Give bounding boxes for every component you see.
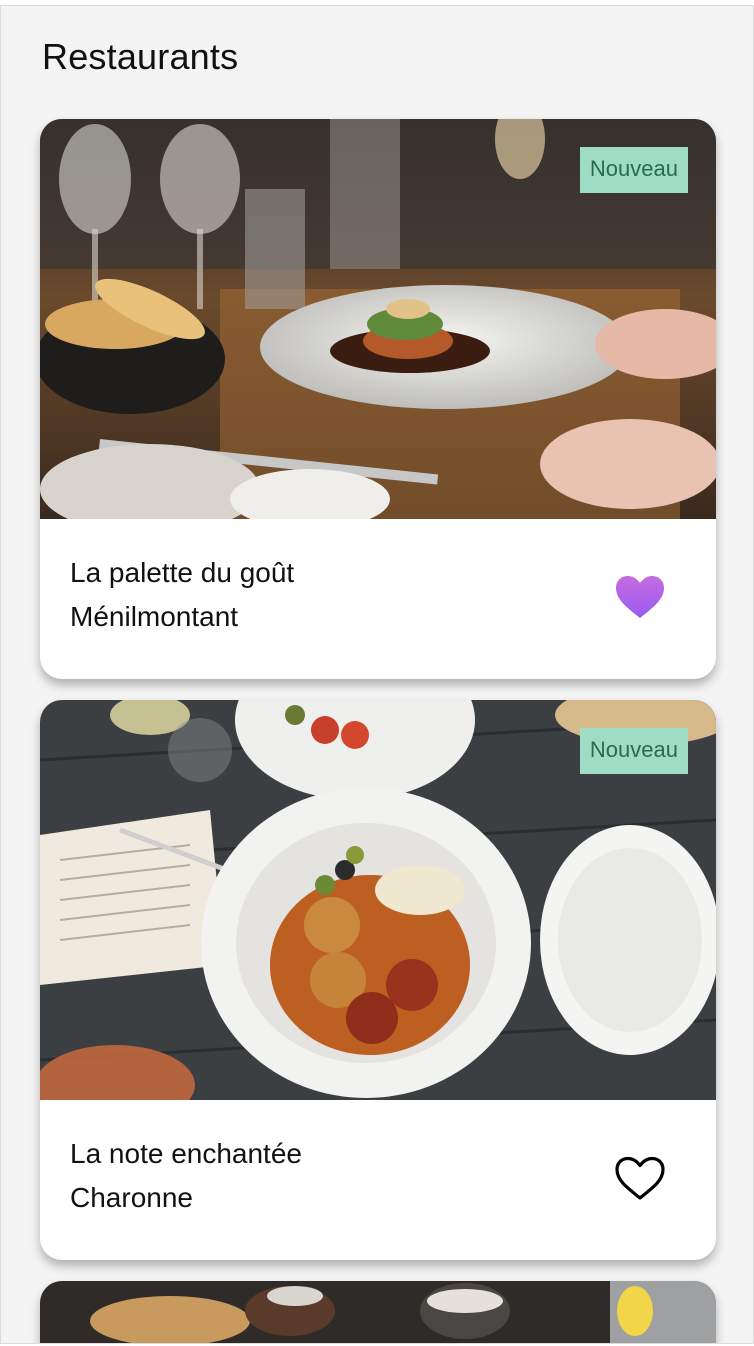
heart-outline-icon xyxy=(615,1156,665,1200)
restaurant-info: La palette du goût Ménilmontant xyxy=(40,519,716,679)
restaurant-district: Charonne xyxy=(70,1182,193,1213)
favorite-button[interactable] xyxy=(614,1155,666,1203)
heart-filled-icon xyxy=(616,576,664,618)
restaurant-card[interactable]: Nouveau La palette du goût Ménilmontant xyxy=(40,119,716,679)
new-badge: Nouveau xyxy=(579,147,688,193)
app-frame: Restaurants Nouveau La palette du goût M… xyxy=(0,5,754,1344)
restaurant-card[interactable] xyxy=(40,1281,716,1343)
page-title: Restaurants xyxy=(42,36,239,77)
restaurant-district: Ménilmontant xyxy=(70,601,239,632)
restaurant-name: La palette du goût xyxy=(70,557,295,588)
new-badge: Nouveau xyxy=(579,728,688,774)
restaurant-card[interactable]: Nouveau La note enchantée Charonne xyxy=(40,700,716,1260)
restaurant-name: La note enchantée xyxy=(70,1138,302,1169)
restaurant-info: La note enchantée Charonne xyxy=(40,1100,716,1260)
restaurant-photo xyxy=(40,1281,716,1343)
favorite-button[interactable] xyxy=(614,574,666,622)
